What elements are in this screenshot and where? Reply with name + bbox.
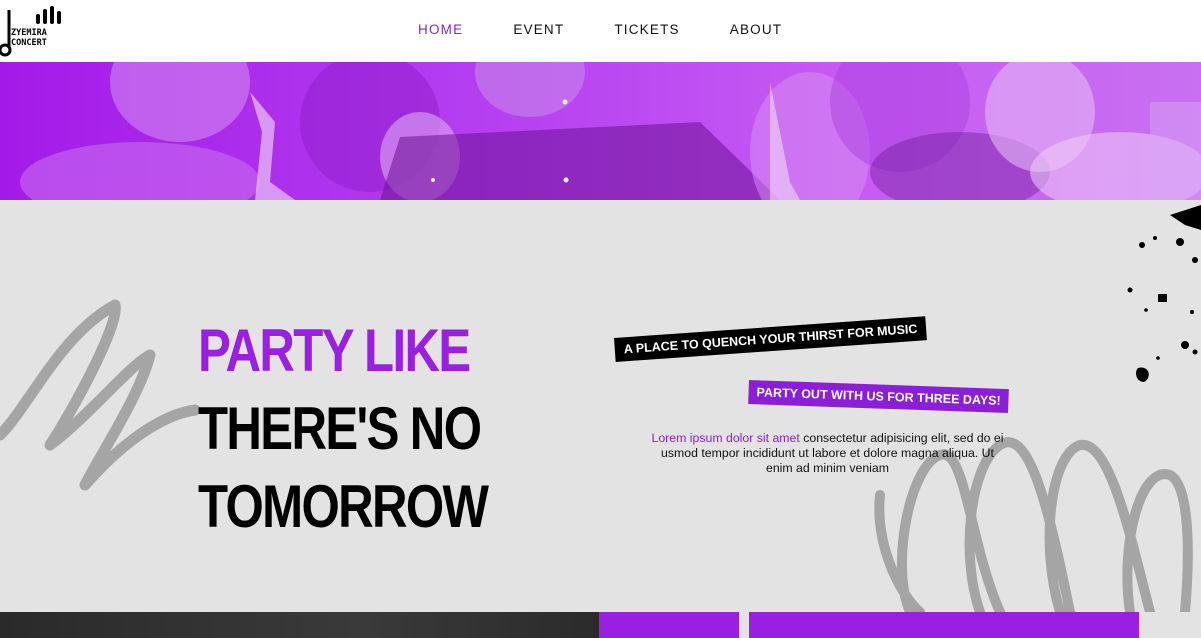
event-duration-badge: PARTY OUT WITH US FOR THREE DAYS! (748, 380, 1010, 414)
intro-highlight: Lorem ipsum dolor sit amet (651, 431, 800, 445)
decorative-squiggle (0, 299, 201, 491)
nav-home-link[interactable]: HOME (418, 22, 463, 37)
headline-line-2: THERE'S NO (198, 395, 482, 462)
brand-logo[interactable]: ZYEMIRA CONCERT (0, 4, 70, 58)
equalizer-icon (36, 6, 61, 24)
nav-tickets-link[interactable]: TICKETS (614, 22, 679, 37)
main-nav: HOME EVENT TICKETS ABOUT (418, 22, 832, 37)
tagline-badge: A PLACE TO QUENCH YOUR THIRST FOR MUSIC (614, 316, 928, 362)
intro-section: PARTY LIKE THERE'S NO TOMORROW A PLACE T… (0, 200, 1201, 612)
nav-about-link[interactable]: ABOUT (730, 22, 783, 37)
brand-name: ZYEMIRA CONCERT (11, 28, 47, 48)
site-header: ZYEMIRA CONCERT HOME EVENT TICKETS ABOUT (0, 0, 1201, 62)
next-section-image (0, 612, 599, 638)
headline-line-1: PARTY LIKE (198, 317, 471, 384)
hero-banner-image (0, 62, 1201, 200)
headline: PARTY LIKE THERE'S NO TOMORROW (198, 312, 489, 546)
ink-splatter (1127, 205, 1201, 382)
next-section-panel (599, 612, 1201, 638)
nav-event-link[interactable]: EVENT (513, 22, 564, 37)
headline-line-3: TOMORROW (198, 473, 489, 540)
intro-paragraph: Lorem ipsum dolor sit amet consectetur a… (650, 431, 1005, 476)
